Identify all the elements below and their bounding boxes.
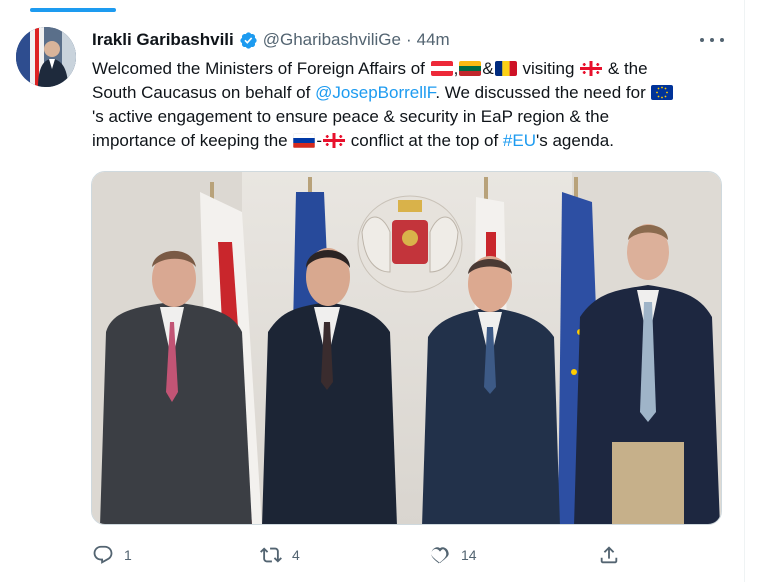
tweet-line-2: South Caucasus on behalf of @JosepBorrel… (92, 81, 732, 105)
austria-flag-icon (430, 61, 453, 76)
tweet-text-segment: South Caucasus on behalf of (92, 83, 311, 102)
tweet-text-segment: & the (607, 59, 648, 78)
tweet-text-segment: & (482, 59, 494, 78)
like-button[interactable]: 14 (429, 542, 477, 568)
tweet-text-segment: visiting (522, 59, 575, 78)
reply-icon (92, 544, 114, 566)
reply-count: 1 (124, 547, 132, 563)
hashtag-link[interactable]: #EU (503, 131, 536, 150)
retweet-icon (260, 544, 282, 566)
mention-link[interactable]: @JosepBorrellF (315, 83, 435, 102)
tweet-photo[interactable] (91, 171, 722, 525)
georgia-flag-icon (323, 133, 346, 148)
more-icon[interactable] (700, 30, 724, 50)
verified-badge-icon (239, 31, 258, 50)
lithuania-flag-icon (459, 61, 482, 76)
avatar[interactable] (16, 27, 76, 87)
timeline-border (744, 0, 745, 582)
tweet-text-segment: 's agenda. (536, 131, 614, 150)
tweet-line-4: importance of keeping the - conflict at … (92, 129, 732, 153)
display-name[interactable]: Irakli Garibashvili (92, 30, 234, 50)
user-handle[interactable]: @GharibashviliGe (263, 30, 401, 50)
tweet-text-segment: Welcomed the Ministers of Foreign Affair… (92, 59, 425, 78)
georgia-flag-icon (580, 61, 603, 76)
tweet-line-3: 's active engagement to ensure peace & s… (92, 105, 732, 129)
eu-flag-icon (651, 85, 674, 100)
tweet-text-segment: conflict at the top of (350, 131, 499, 150)
retweet-count: 4 (292, 547, 300, 563)
tweet-text-segment: importance of keeping the (92, 131, 288, 150)
tweet-header: Irakli Garibashvili @GharibashviliGe · 4… (92, 29, 450, 51)
romania-flag-icon (494, 61, 517, 76)
tweet-text-segment: 's active engagement to ensure peace & s… (92, 107, 610, 126)
reply-button[interactable]: 1 (92, 542, 132, 568)
timestamp[interactable]: 44m (417, 30, 450, 50)
tweet-line-1: Welcomed the Ministers of Foreign Affair… (92, 57, 732, 81)
tweet-text-segment: - (316, 131, 323, 150)
coat-of-arms (357, 195, 463, 293)
tweet-text: Welcomed the Ministers of Foreign Affair… (92, 57, 732, 153)
tweet-text-segment: , (453, 59, 459, 78)
tweet-actions: 1 4 14 (0, 542, 767, 568)
like-count: 14 (461, 547, 477, 563)
russia-flag-icon (293, 133, 316, 148)
share-icon (598, 544, 620, 566)
like-icon (429, 544, 451, 566)
retweet-button[interactable]: 4 (260, 542, 300, 568)
active-tab-indicator (30, 8, 116, 12)
share-button[interactable] (598, 542, 620, 568)
header-separator: · (405, 30, 412, 49)
tweet-text-segment: . We discussed the need for (435, 83, 646, 102)
